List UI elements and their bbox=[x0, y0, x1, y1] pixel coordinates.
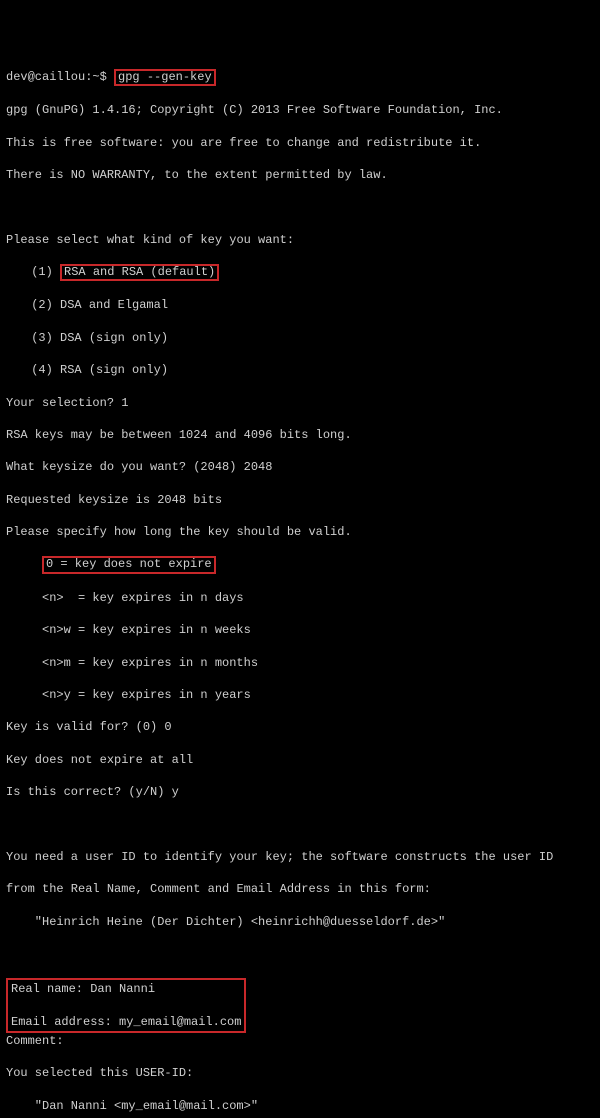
keytype-opt1-highlight: RSA and RSA (default) bbox=[60, 264, 219, 281]
keytype-prompt: Please select what kind of key you want: bbox=[6, 232, 594, 248]
userid-email: Email address: my_email@mail.com bbox=[11, 1014, 241, 1030]
expire-correct: Is this correct? (y/N) y bbox=[6, 784, 594, 800]
header-line-2: This is free software: you are free to c… bbox=[6, 135, 594, 151]
userid-intro2: from the Real Name, Comment and Email Ad… bbox=[6, 881, 594, 897]
userid-input-highlight: Real name: Dan Nanni Email address: my_e… bbox=[6, 978, 246, 1033]
keytype-opt1-num: (1) bbox=[31, 265, 53, 279]
userid-comment: Comment: bbox=[6, 1033, 594, 1049]
blank bbox=[6, 816, 594, 832]
expire-optn: <n> = key expires in n days bbox=[6, 590, 594, 606]
expire-opty: <n>y = key expires in n years bbox=[6, 687, 594, 703]
keytype-opt3: (3) DSA (sign only) bbox=[6, 330, 594, 346]
keytype-opt2: (2) DSA and Elgamal bbox=[6, 297, 594, 313]
command-highlight: gpg --gen-key bbox=[114, 69, 216, 86]
blank bbox=[6, 946, 594, 962]
keysize-prompt: What keysize do you want? (2048) 2048 bbox=[6, 459, 594, 475]
userid-selected: You selected this USER-ID: bbox=[6, 1065, 594, 1081]
expire-valid: Key is valid for? (0) 0 bbox=[6, 719, 594, 735]
keytype-opt4: (4) RSA (sign only) bbox=[6, 362, 594, 378]
expire-opt0-text: 0 = key does not expire bbox=[46, 557, 212, 571]
userid-selected-val: "Dan Nanni <my_email@mail.com>" bbox=[6, 1098, 594, 1114]
expire-optm: <n>m = key expires in n months bbox=[6, 655, 594, 671]
prompt-userhost: dev@caillou:~$ bbox=[6, 70, 107, 84]
keytype-selection: Your selection? 1 bbox=[6, 395, 594, 411]
expire-optw: <n>w = key expires in n weeks bbox=[6, 622, 594, 638]
keysize-confirm: Requested keysize is 2048 bits bbox=[6, 492, 594, 508]
prompt-line: dev@caillou:~$ gpg --gen-key bbox=[6, 69, 594, 86]
userid-example: "Heinrich Heine (Der Dichter) <heinrichh… bbox=[6, 914, 594, 930]
expire-noexp: Key does not expire at all bbox=[6, 752, 594, 768]
gpg-command: gpg --gen-key bbox=[118, 70, 212, 84]
keysize-range: RSA keys may be between 1024 and 4096 bi… bbox=[6, 427, 594, 443]
keytype-opt1-text: RSA and RSA (default) bbox=[64, 265, 215, 279]
userid-realname: Real name: Dan Nanni bbox=[11, 981, 241, 997]
header-line-1: gpg (GnuPG) 1.4.16; Copyright (C) 2013 F… bbox=[6, 102, 594, 118]
expire-prompt: Please specify how long the key should b… bbox=[6, 524, 594, 540]
keytype-opt1: (1) RSA and RSA (default) bbox=[6, 264, 594, 281]
blank bbox=[6, 199, 594, 215]
header-line-3: There is NO WARRANTY, to the extent perm… bbox=[6, 167, 594, 183]
userid-intro: You need a user ID to identify your key;… bbox=[6, 849, 594, 865]
